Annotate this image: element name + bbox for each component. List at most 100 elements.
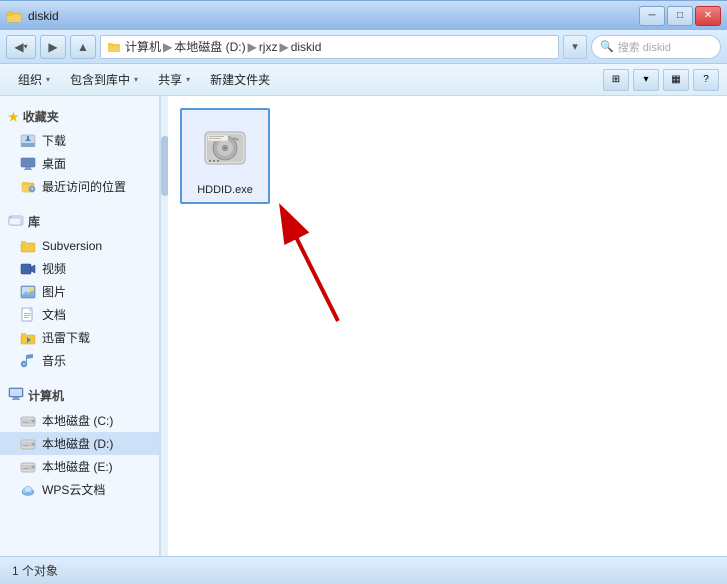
computer-icon [8,386,24,405]
desktop-icon [20,156,36,172]
drive-d-icon [20,436,36,452]
drive-e-label: 本地磁盘 (E:) [42,458,113,475]
title-bar: diskid ─ □ ✕ [0,0,727,30]
up-button[interactable]: ▲ [70,35,96,59]
sidebar-item-desktop[interactable]: 桌面 [0,152,159,175]
sidebar-computer-section: 计算机 本地磁盘 (C:) [0,382,159,501]
folder-icon-addr [107,40,121,54]
music-icon [20,353,36,369]
share-label: 共享 [158,71,182,88]
recent-icon [20,179,36,195]
address-bar: ◀ ▾ ▶ ▲ 计算机 ▶ 本地磁盘 (D:) ▶ rjxz ▶ diskid … [0,30,727,64]
sidebar-item-video[interactable]: 视频 [0,257,159,280]
xunlei-label: 迅雷下载 [42,329,90,346]
favorites-label: 收藏夹 [23,108,59,125]
organize-arrow-icon: ▾ [46,75,50,84]
view-dropdown-icon: ▾ [643,74,648,85]
subversion-label: Subversion [42,239,102,253]
window-icon [6,8,22,24]
sidebar-item-drive-d[interactable]: 本地磁盘 (D:) [0,432,159,455]
forward-button[interactable]: ▶ [40,35,66,59]
pictures-label: 图片 [42,283,66,300]
sidebar-item-downloads[interactable]: 下载 [0,129,159,152]
documents-icon [20,307,36,323]
xunlei-icon [20,330,36,346]
sidebar-item-wps-cloud[interactable]: WPS云文档 [0,478,159,501]
toolbar-right: ⊞ ▾ ▦ ? [603,69,719,91]
details-pane-icon: ▦ [671,74,680,85]
organize-button[interactable]: 组织 ▾ [8,66,60,94]
libraries-label: 库 [28,213,40,230]
sidebar-libraries-header: 库 [0,208,159,235]
address-path[interactable]: 计算机 ▶ 本地磁盘 (D:) ▶ rjxz ▶ diskid [100,35,559,59]
back-icon: ◀ [14,40,23,54]
share-arrow-icon: ▾ [186,75,190,84]
drive-e-icon [20,459,36,475]
title-bar-buttons: ─ □ ✕ [639,6,721,26]
path-computer[interactable]: 计算机 [125,38,161,55]
sidebar-item-documents[interactable]: 文档 [0,303,159,326]
search-icon: 🔍 [600,40,614,53]
forward-icon: ▶ [48,40,57,54]
drive-c-icon [20,413,36,429]
sidebar-item-drive-e[interactable]: 本地磁盘 (E:) [0,455,159,478]
new-folder-button[interactable]: 新建文件夹 [200,66,280,94]
path-rjxz[interactable]: rjxz [259,40,278,54]
minimize-button[interactable]: ─ [639,6,665,26]
back-dropdown-icon: ▾ [24,42,28,51]
organize-label: 组织 [18,71,42,88]
sidebar-scrollbar[interactable] [160,96,168,556]
close-button[interactable]: ✕ [695,6,721,26]
library-icon [8,212,24,231]
help-icon: ? [703,74,709,85]
help-button[interactable]: ? [693,69,719,91]
desktop-label: 桌面 [42,155,66,172]
details-pane-button[interactable]: ▦ [663,69,689,91]
recent-label: 最近访问的位置 [42,178,126,195]
drive-d-label: 本地磁盘 (D:) [42,435,113,452]
path-drive-d[interactable]: 本地磁盘 (D:) [174,38,245,55]
status-count: 1 个对象 [12,562,58,579]
wps-cloud-icon [20,482,36,498]
pictures-icon [20,284,36,300]
sidebar-item-drive-c[interactable]: 本地磁盘 (C:) [0,409,159,432]
sidebar-favorites-section: ★ 收藏夹 下载 [0,104,159,198]
view-mode-button[interactable]: ⊞ [603,69,629,91]
sidebar-item-subversion[interactable]: Subversion [0,235,159,257]
hddid-icon [193,116,257,180]
share-button[interactable]: 共享 ▾ [148,66,200,94]
main-area: ★ 收藏夹 下载 [0,96,727,556]
documents-label: 文档 [42,306,66,323]
file-hddid[interactable]: HDDID.exe [180,108,270,204]
video-icon [20,261,36,277]
star-icon: ★ [8,110,19,124]
drive-c-label: 本地磁盘 (C:) [42,412,113,429]
downloads-label: 下载 [42,132,66,149]
include-library-label: 包含到库中 [70,71,130,88]
wps-cloud-label: WPS云文档 [42,481,105,498]
sidebar-item-recent[interactable]: 最近访问的位置 [0,175,159,198]
maximize-button[interactable]: □ [667,6,693,26]
sidebar: ★ 收藏夹 下载 [0,96,160,556]
sidebar-item-pictures[interactable]: 图片 [0,280,159,303]
view-dropdown-button[interactable]: ▾ [633,69,659,91]
music-label: 音乐 [42,352,66,369]
search-box[interactable]: 🔍 搜索 diskid [591,35,721,59]
up-icon: ▲ [77,40,89,54]
sidebar-item-music[interactable]: 音乐 [0,349,159,372]
title-bar-left: diskid [6,8,59,24]
file-area: HDDID.exe [168,96,727,556]
computer-label: 计算机 [28,387,64,404]
sidebar-item-xunlei[interactable]: 迅雷下载 [0,326,159,349]
new-folder-label: 新建文件夹 [210,71,270,88]
search-placeholder: 搜索 diskid [618,39,671,55]
path-diskid[interactable]: diskid [291,40,322,54]
window-title: diskid [28,9,59,23]
address-dropdown-button[interactable]: ▾ [563,35,587,59]
include-library-button[interactable]: 包含到库中 ▾ [60,66,148,94]
sidebar-favorites-header: ★ 收藏夹 [0,104,159,129]
sidebar-libraries-section: 库 Subversion 视频 [0,208,159,372]
hddid-label: HDDID.exe [197,184,253,196]
back-button[interactable]: ◀ ▾ [6,35,36,59]
red-arrow-annotation [258,196,378,326]
